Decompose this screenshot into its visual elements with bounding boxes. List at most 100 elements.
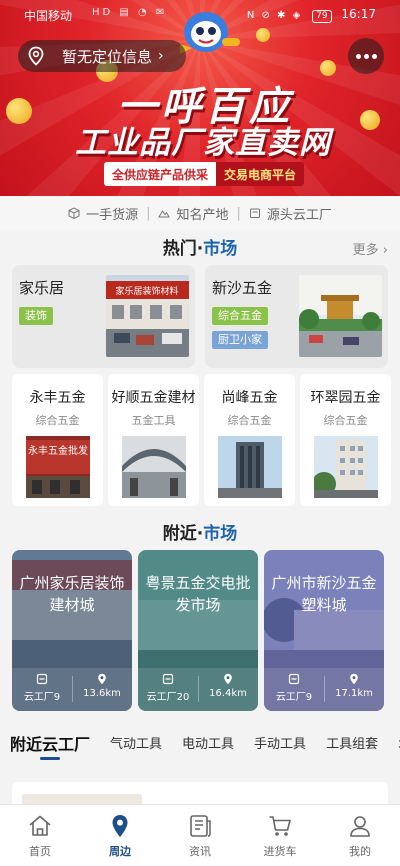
nearby-market-card[interactable]: 粤景五金交电批发市场 云工厂20 16.4km <box>138 550 258 711</box>
coin-decoration <box>256 28 270 42</box>
tab-nearby-factory[interactable]: 附近云工厂 <box>10 726 90 760</box>
clock: 16:17 <box>341 7 376 21</box>
hot-market-heading: 热门·市场 更多 › <box>0 234 400 264</box>
factory-count-label: 云工厂9 <box>23 692 61 703</box>
factory-icon <box>249 208 260 218</box>
nearby-market-card[interactable]: 广州家乐居装饰建材城 云工厂9 13.6km <box>12 550 132 711</box>
nav-profile[interactable]: 我的 <box>320 805 400 866</box>
market-photo <box>122 436 186 498</box>
market-card[interactable]: 永丰五金 综合五金 永丰五金批发 <box>12 374 103 506</box>
user-icon <box>350 816 370 837</box>
location-pin-icon <box>224 673 232 685</box>
more-dots-icon <box>364 54 369 59</box>
nearby-market-stats: 云工厂9 13.6km <box>12 668 132 711</box>
status-right: N ⊘ ✱ ◈ 79 16:17 <box>247 7 376 23</box>
banner-tagline: 全供应链产品供采 交易电商平台 <box>104 162 305 186</box>
nearby-market-title: 粤景五金交电批发市场 <box>145 574 251 614</box>
nav-label: 我的 <box>349 845 371 858</box>
status-bar: 中国移动 HD ▤ ◔ ✉ N ⊘ ✱ ◈ 79 16:17 <box>0 0 400 28</box>
market-card[interactable]: 环翠园五金 综合五金 <box>300 374 391 506</box>
feature-label: 源头云工厂 <box>266 207 332 223</box>
nav-label: 资讯 <box>189 845 211 858</box>
banner-tag-right: 交易电商平台 <box>216 162 305 186</box>
news-icon <box>190 815 211 837</box>
carrier-label: 中国移动 <box>24 9 73 23</box>
tab-tool-sets[interactable]: 工具组套 <box>326 726 378 752</box>
market-name: 新沙五金 <box>212 279 273 297</box>
market-card[interactable]: 好顺五金建材 五金工具 <box>108 374 199 506</box>
app-page: 中国移动 HD ▤ ◔ ✉ N ⊘ ✱ ◈ 79 16:17 暂无定位信息 › … <box>0 0 400 866</box>
location-pin-icon <box>98 673 106 685</box>
sign-text: 永丰五金批发 <box>28 444 88 457</box>
more-options-button[interactable] <box>348 38 384 74</box>
nav-home[interactable]: 首页 <box>0 805 80 866</box>
nav-cart[interactable]: 进货车 <box>240 805 320 866</box>
nav-label: 周边 <box>109 845 131 858</box>
featured-market-card[interactable]: 家乐居 装饰 家乐居装饰材料 <box>12 265 195 368</box>
system-icons: HD ▤ ◔ ✉ <box>92 7 168 18</box>
mountain-icon <box>158 210 171 218</box>
market-category: 五金工具 <box>131 414 176 427</box>
market-card[interactable]: 尚峰五金 综合五金 <box>204 374 295 506</box>
nearby-market-card[interactable]: 广州市新沙五金塑料城 云工厂9 17.1km <box>264 550 384 711</box>
battery-icon: 79 <box>312 10 332 23</box>
market-photo: 家乐居装饰材料 <box>106 275 189 357</box>
tab-power-tools[interactable]: 电动工具 <box>182 726 234 752</box>
featured-market-card[interactable]: 新沙五金 综合五金 厨卫小家 <box>205 265 388 368</box>
nearby-market-stats: 云工厂9 17.1km <box>264 668 384 711</box>
distance-label: 13.6km <box>83 688 121 699</box>
home-icon <box>29 815 51 836</box>
feature-item: 源头云工厂 <box>249 204 332 223</box>
market-name: 尚峰五金 <box>221 390 278 406</box>
box-icon <box>68 207 80 219</box>
nearby-heading-prefix: 附近· <box>162 524 204 544</box>
market-photo <box>314 436 378 498</box>
bottom-navigation: 首页 周边 资讯 进货车 我的 <box>0 804 400 866</box>
factory-count: 云工厂9 <box>12 668 72 711</box>
nearby-market-title: 广州家乐居装饰建材城 <box>19 574 125 614</box>
hot-heading-prefix: 热门· <box>162 239 204 259</box>
promo-banner[interactable]: 中国移动 HD ▤ ◔ ✉ N ⊘ ✱ ◈ 79 16:17 暂无定位信息 › … <box>0 0 400 196</box>
tab-pneumatic-tools[interactable]: 气动工具 <box>110 726 162 752</box>
feature-label: 一手货源 <box>86 207 139 223</box>
separator: | <box>146 205 151 221</box>
feature-strip: 一手货源 | 知名产地 | 源头云工厂 <box>0 196 400 230</box>
more-dots-icon <box>356 54 361 59</box>
tab-hand-tools[interactable]: 手动工具 <box>254 726 306 752</box>
signal-icons: N ⊘ ✱ ◈ <box>246 10 303 21</box>
nav-label: 进货车 <box>263 845 297 858</box>
market-photo <box>299 275 382 357</box>
market-tag: 厨卫小家 <box>212 331 268 349</box>
nav-label: 首页 <box>29 845 51 858</box>
category-tabs: 附近云工厂 气动工具 电动工具 手动工具 工具组套 水 <box>0 726 400 766</box>
nearby-market-stats: 云工厂20 16.4km <box>138 668 258 711</box>
location-selector[interactable]: 暂无定位信息 › <box>18 40 186 72</box>
distance: 17.1km <box>324 668 384 711</box>
factory-count: 云工厂9 <box>264 668 324 711</box>
nav-nearby[interactable]: 周边 <box>80 805 160 866</box>
distance: 13.6km <box>72 668 132 711</box>
location-pin-icon <box>350 673 358 685</box>
hot-heading-accent: 市场 <box>203 239 238 259</box>
chevron-right-icon: › <box>158 48 164 64</box>
cart-icon <box>269 816 291 836</box>
market-category: 综合五金 <box>323 414 368 427</box>
factory-icon <box>162 673 174 685</box>
distance-label: 17.1km <box>335 688 373 699</box>
market-name: 永丰五金 <box>29 390 86 406</box>
nav-news[interactable]: 资讯 <box>160 805 240 866</box>
market-photo <box>218 436 282 498</box>
banner-tag-left: 全供应链产品供采 <box>104 162 217 186</box>
coin-decoration <box>6 98 32 124</box>
factory-count-label: 云工厂20 <box>146 692 190 703</box>
market-tag: 综合五金 <box>212 307 268 325</box>
more-link[interactable]: 更多 › <box>353 239 388 258</box>
coin-decoration <box>360 110 380 130</box>
factory-icon <box>288 673 300 685</box>
market-name: 家乐居 <box>19 279 65 297</box>
market-name: 环翠园五金 <box>310 390 381 406</box>
map-pin-icon <box>112 815 128 837</box>
market-photo: 永丰五金批发 <box>26 436 90 498</box>
nearby-market-title: 广州市新沙五金塑料城 <box>271 574 377 614</box>
factory-count: 云工厂20 <box>138 668 198 711</box>
